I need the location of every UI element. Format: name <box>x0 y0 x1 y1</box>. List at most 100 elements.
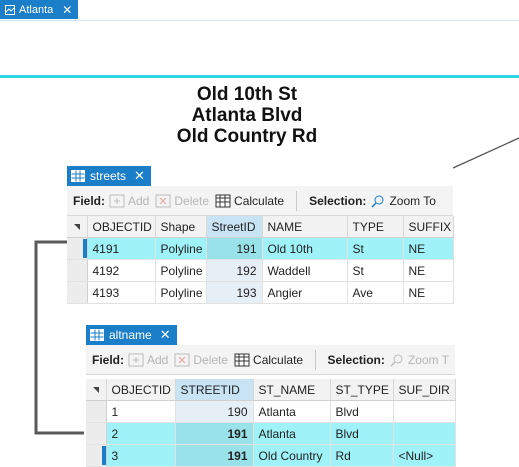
table-cell[interactable] <box>393 400 456 423</box>
streets-tab-bar: streets ✕ <box>67 166 453 187</box>
row-selector[interactable] <box>67 259 88 282</box>
table-cell[interactable]: Polyline <box>155 259 207 282</box>
select-all-corner[interactable] <box>86 379 107 401</box>
table-row[interactable]: 4191 Polyline 191 Old 10th St NE <box>67 237 454 260</box>
table-cell[interactable]: 190 <box>175 400 254 423</box>
table-header-row: OBJECTID STREETID ST_NAME ST_TYPE SUF_DI… <box>86 379 456 401</box>
table-row[interactable]: 4193 Polyline 193 Angier Ave NE <box>67 281 454 304</box>
calculate-label: Calculate <box>253 352 304 367</box>
table-cell[interactable]: 192 <box>206 259 263 282</box>
column-header[interactable]: NAME <box>262 216 348 238</box>
table-icon <box>71 170 85 182</box>
row-selector[interactable] <box>86 400 107 423</box>
table-row[interactable]: 2 191 Atlanta Blvd <box>86 422 456 445</box>
table-cell[interactable]: NE <box>403 237 454 260</box>
close-icon[interactable]: ✕ <box>134 168 145 184</box>
table-cell[interactable]: NE <box>403 281 454 304</box>
table-cell[interactable]: <Null> <box>393 444 456 467</box>
add-field-icon <box>128 353 144 366</box>
delete-field-icon <box>155 194 171 207</box>
table-cell[interactable]: Rd <box>330 444 394 467</box>
table-cell[interactable]: St <box>347 259 404 282</box>
delete-field-label: Delete <box>174 193 210 208</box>
zoom-to-icon <box>371 195 384 208</box>
calculate-label: Calculate <box>234 193 285 208</box>
tab-streets[interactable]: streets ✕ <box>67 166 151 186</box>
zoom-to-label: Zoom To <box>389 193 436 208</box>
column-header[interactable]: SUF_DIR <box>393 379 456 401</box>
calculate-field-button[interactable]: Calculate <box>215 194 284 208</box>
close-icon[interactable]: ✕ <box>160 327 171 343</box>
table-cell[interactable]: Polyline <box>155 281 207 304</box>
column-header[interactable]: ST_NAME <box>253 379 331 401</box>
table-cell[interactable]: 191 <box>206 237 263 260</box>
column-header[interactable]: StreetID <box>206 216 263 238</box>
row-selector[interactable] <box>86 444 107 467</box>
altname-toolbar: Field: Add Delete Calculate Selection: Z… <box>86 345 455 375</box>
table-cell[interactable]: Atlanta <box>253 400 331 423</box>
table-cell[interactable]: 2 <box>106 422 176 445</box>
table-cell[interactable]: Blvd <box>330 400 394 423</box>
table-cell[interactable]: 3 <box>106 444 176 467</box>
table-cell[interactable]: 1 <box>106 400 176 423</box>
delete-field-button[interactable]: Delete <box>155 194 209 208</box>
table-cell[interactable]: NE <box>403 259 454 282</box>
add-field-button[interactable]: Add <box>128 353 168 367</box>
table-cell[interactable]: Old 10th <box>262 237 348 260</box>
table-cell[interactable]: 193 <box>206 281 263 304</box>
altname-tab-bar: altname ✕ <box>86 325 455 346</box>
toolbar-divider <box>296 190 298 211</box>
tab-altname[interactable]: altname ✕ <box>86 325 177 345</box>
table-cell[interactable]: Old Country <box>253 444 331 467</box>
column-header[interactable]: TYPE <box>347 216 404 238</box>
calculate-field-button[interactable]: Calculate <box>234 353 303 367</box>
tab-label: altname <box>109 328 152 342</box>
tab-label: streets <box>90 169 127 183</box>
table-cell[interactable]: Atlanta <box>253 422 331 445</box>
table-row[interactable]: 4192 Polyline 192 Waddell St NE <box>67 259 454 282</box>
row-selector[interactable] <box>67 281 88 304</box>
column-header[interactable]: OBJECTID <box>87 216 156 238</box>
table-cell[interactable]: Polyline <box>155 237 207 260</box>
selection-label: Selection: <box>327 352 385 367</box>
calculator-icon <box>234 353 250 366</box>
table-cell[interactable]: Angier <box>262 281 348 304</box>
zoom-to-icon <box>390 354 403 367</box>
table-cell[interactable] <box>393 422 456 445</box>
add-field-icon <box>109 194 125 207</box>
table-cell[interactable]: 4191 <box>87 237 156 260</box>
row-selector[interactable] <box>67 237 88 260</box>
add-field-button[interactable]: Add <box>109 194 149 208</box>
table-row[interactable]: 3 191 Old Country Rd <Null> <box>86 444 456 467</box>
streets-toolbar: Field: Add Delete Calculate Selection: Z… <box>67 186 453 216</box>
table-cell[interactable]: 4192 <box>87 259 156 282</box>
column-header[interactable]: OBJECTID <box>106 379 176 401</box>
table-cell[interactable]: Waddell <box>262 259 348 282</box>
add-field-label: Add <box>128 193 150 208</box>
zoom-to-label: Zoom T <box>407 352 449 367</box>
table-cell[interactable]: 191 <box>175 444 254 467</box>
table-cell[interactable]: 191 <box>175 422 254 445</box>
table-icon <box>90 329 104 341</box>
zoom-to-button[interactable]: Zoom To <box>370 193 436 208</box>
table-cell[interactable]: Ave <box>347 281 404 304</box>
table-cell[interactable]: St <box>347 237 404 260</box>
delete-field-icon <box>174 353 190 366</box>
delete-field-button[interactable]: Delete <box>174 353 228 367</box>
column-header[interactable]: ST_TYPE <box>330 379 394 401</box>
row-selector[interactable] <box>86 422 107 445</box>
select-all-corner[interactable] <box>67 216 88 238</box>
column-header[interactable]: Shape <box>155 216 207 238</box>
field-label: Field: <box>92 352 124 367</box>
streets-table-window: streets ✕ Field: Add Delete Calculate Se… <box>67 166 454 311</box>
delete-field-label: Delete <box>193 352 229 367</box>
table-cell[interactable]: Blvd <box>330 422 394 445</box>
table-cell[interactable]: 4193 <box>87 281 156 304</box>
add-field-label: Add <box>147 352 169 367</box>
calculator-icon <box>215 194 231 207</box>
column-header[interactable]: STREETID <box>175 379 254 401</box>
table-row[interactable]: 1 190 Atlanta Blvd <box>86 400 456 423</box>
column-header[interactable]: SUFFIX <box>403 216 454 238</box>
table-header-row: OBJECTID Shape StreetID NAME TYPE SUFFIX <box>67 216 454 238</box>
zoom-to-button[interactable]: Zoom T <box>389 353 449 367</box>
